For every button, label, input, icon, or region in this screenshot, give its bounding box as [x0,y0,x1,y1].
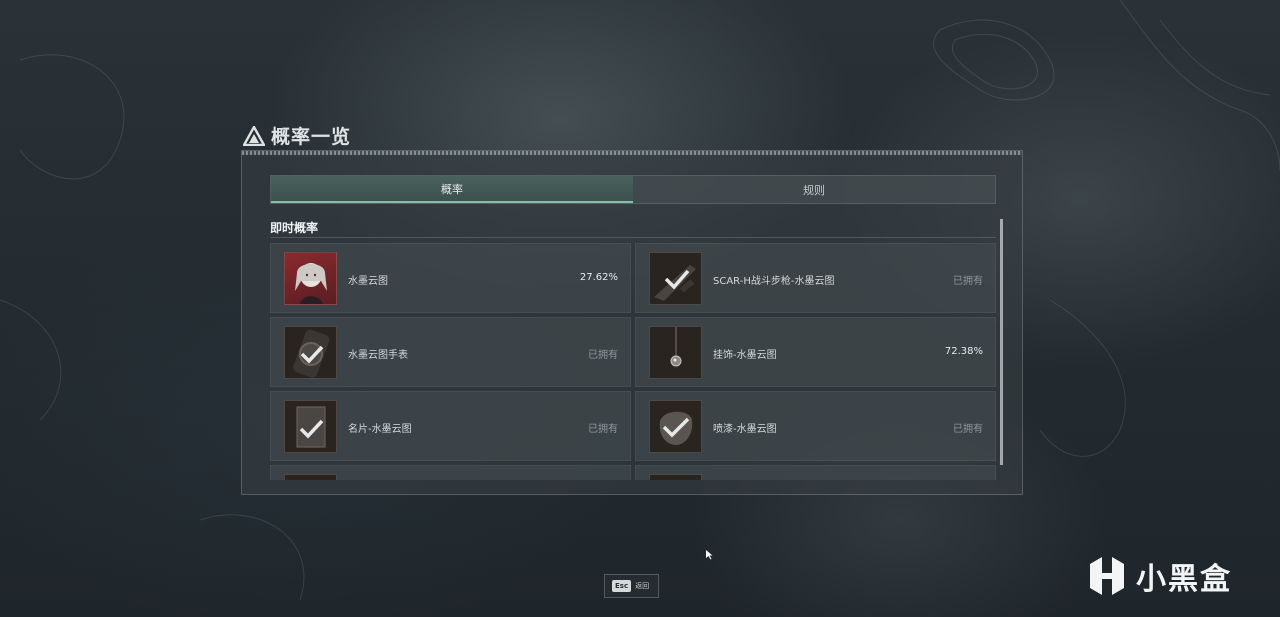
list-scrollbar[interactable] [1000,219,1003,465]
panel-top-border [242,151,1022,155]
list-item[interactable]: SCAR-H战斗步枪-水墨云图 已拥有 [635,243,996,313]
item-name: 挂饰-水墨云图 [713,350,777,361]
item-name: 名片-水墨云图 [348,424,412,435]
list-item[interactable]: 水墨云图手表 已拥有 [270,317,631,387]
item-thumbnail [284,326,337,379]
item-thumbnail [649,326,702,379]
esc-key-label: Esc [612,580,632,592]
list-item[interactable]: 水墨云图 27.62% [270,243,631,313]
item-owned-status: 已拥有 [588,350,618,361]
tab-bar: 概率 规则 [270,175,996,204]
item-thumbnail [649,400,702,453]
list-item[interactable]: 喷漆-水墨云图 已拥有 [635,391,996,461]
watch-check-icon [293,329,330,378]
spray-check-icon [659,411,693,445]
list-item[interactable]: 挂饰-水墨云图 72.38% [635,317,996,387]
item-thumbnail [284,400,337,453]
item-probability: 72.38% [944,346,983,357]
rifle-check-icon [654,265,696,301]
back-button[interactable]: Esc 返回 [604,574,659,598]
item-name: 水墨云图手表 [348,350,408,361]
tab-rules-label: 规则 [803,183,825,197]
item-thumbnail [284,474,337,480]
item-thumbnail [649,252,702,305]
list-item[interactable] [270,465,631,480]
item-owned-status: 已拥有 [953,276,983,287]
item-thumbnail [649,474,702,480]
panel-title-text: 概率一览 [271,126,352,148]
mouse-cursor-icon [706,550,713,560]
item-thumbnail [284,252,337,305]
item-name: 喷漆-水墨云图 [713,424,777,435]
item-name: 水墨云图 [348,276,388,287]
item-owned-status: 已拥有 [588,424,618,435]
section-divider [270,237,996,238]
list-item[interactable] [635,465,996,480]
triangle-logo-icon [243,125,265,146]
card-check-icon [296,406,326,448]
watermark-text: 小黑盒 [1136,562,1232,597]
section-title: 即时概率 [270,221,319,235]
item-name: SCAR-H战斗步枪-水墨云图 [713,276,835,287]
item-list[interactable]: 水墨云图 27.62% SCAR-H战斗步枪-水墨云图 已拥有 水墨云图手表 已… [270,243,996,480]
heybox-logo-icon [1090,557,1124,595]
charm-icon [670,327,682,367]
watermark: 小黑盒 [1086,554,1232,598]
panel-title: 概率一览 [243,122,351,149]
back-label: 返回 [635,582,650,590]
list-item[interactable]: 名片-水墨云图 已拥有 [270,391,631,461]
tab-rules[interactable]: 规则 [633,176,995,203]
probability-panel: 概率 规则 即时概率 水墨云图 27.62% SCAR-H战斗步枪-水墨云图 已… [241,150,1023,495]
item-probability: 27.62% [579,272,618,283]
tab-probability[interactable]: 概率 [271,176,633,203]
character-portrait-icon [295,263,327,304]
tab-probability-label: 概率 [441,182,463,196]
item-owned-status: 已拥有 [953,424,983,435]
